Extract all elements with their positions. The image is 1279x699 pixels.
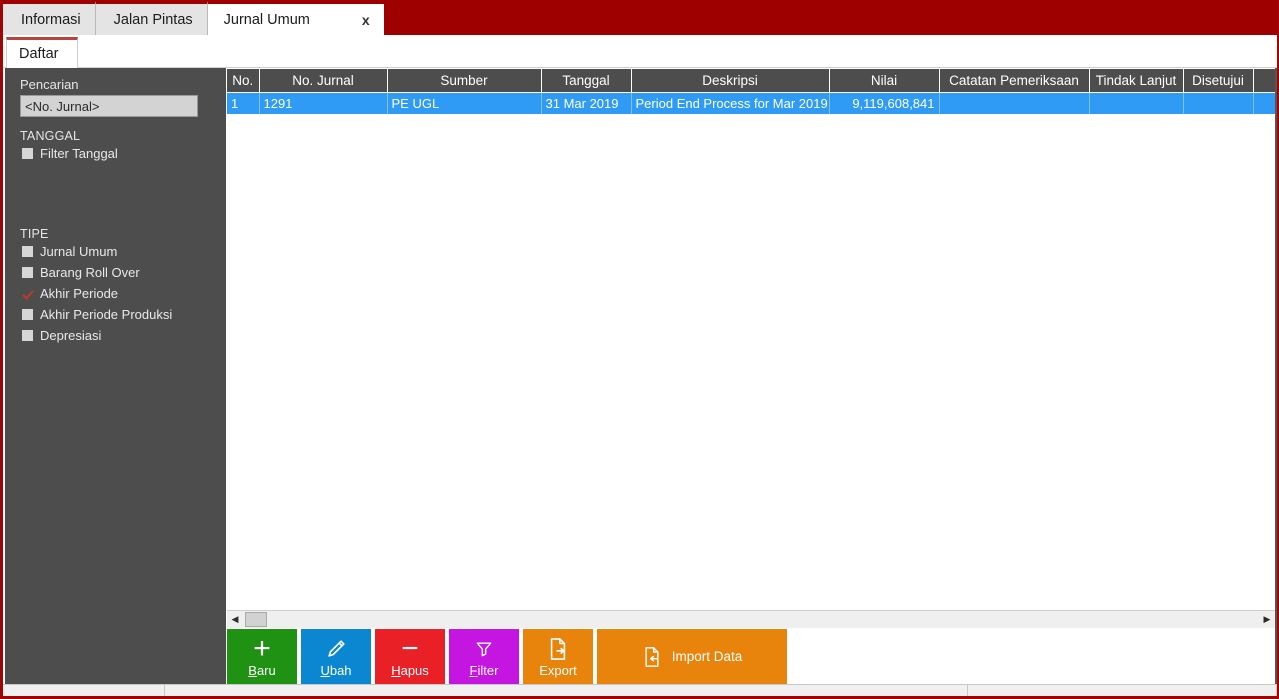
hapus-button[interactable]: − Hapus <box>375 629 445 684</box>
grid-scroll-viewport: No. No. Jurnal Sumber Tanggal Deskripsi Nilai… <box>227 68 1275 610</box>
checkbox-icon <box>22 330 33 341</box>
export-doc-icon <box>547 634 569 664</box>
checkbox-akhir-periode-produksi-label: Akhir Periode Produksi <box>40 307 173 322</box>
subtab-daftar-label: Daftar <box>19 46 59 62</box>
table-cell: 1 <box>227 92 260 115</box>
checkbox-akhir-periode[interactable]: Akhir Periode <box>5 283 225 304</box>
tab-informasi[interactable]: Informasi <box>3 1 96 35</box>
checkbox-jurnal-umum[interactable]: Jurnal Umum <box>5 241 225 262</box>
column-header-nilai[interactable]: Nilai <box>829 69 940 93</box>
tab-jalan-pintas-label: Jalan Pintas <box>113 11 193 28</box>
hapus-button-label: Hapus <box>391 663 429 678</box>
status-bar <box>3 684 1277 696</box>
tab-jurnal-umum[interactable]: Jurnal Umum x <box>207 1 384 35</box>
checkbox-filter-tanggal[interactable]: Filter Tanggal <box>5 143 225 164</box>
tanggal-group-title: TANGGAL <box>20 129 81 143</box>
checkbox-icon <box>22 148 33 159</box>
pencil-icon <box>325 634 347 664</box>
scroll-right-icon[interactable]: ▶ <box>1259 612 1275 628</box>
ubah-button[interactable]: Ubah <box>301 629 371 684</box>
table-cell <box>939 92 1090 115</box>
table-cell <box>1253 92 1275 115</box>
column-header-tindak-lanjut[interactable]: Tindak Lanjut <box>1089 69 1184 93</box>
column-header-no[interactable]: No. <box>227 69 260 93</box>
checkbox-jurnal-umum-label: Jurnal Umum <box>40 244 118 259</box>
close-icon[interactable]: x <box>362 12 370 28</box>
filter-button-label: Filter <box>469 663 499 678</box>
status-cell <box>968 685 1277 696</box>
scrollbar-thumb[interactable] <box>245 612 267 627</box>
tipe-group-title: TIPE <box>20 227 49 241</box>
column-header-deskripsi[interactable]: Deskripsi <box>631 69 830 93</box>
checkbox-depresiasi[interactable]: Depresiasi <box>5 325 225 346</box>
import-doc-icon <box>642 646 662 668</box>
table-cell <box>1183 92 1254 115</box>
tab-jalan-pintas[interactable]: Jalan Pintas <box>95 1 208 35</box>
journal-table: No. No. Jurnal Sumber Tanggal Deskripsi Nilai… <box>227 69 1275 115</box>
plus-icon: + <box>253 632 271 665</box>
table-cell <box>1089 92 1184 115</box>
table-cell: Period End Process for Mar 2019 <box>631 92 830 115</box>
checkbox-akhir-periode-label: Akhir Periode <box>40 286 119 301</box>
subtab-daftar[interactable]: Daftar <box>6 37 78 68</box>
checkmark-icon <box>22 288 33 299</box>
export-button[interactable]: Export <box>523 629 593 684</box>
table-cell: 31 Mar 2019 <box>541 92 632 115</box>
column-header-no-jurnal[interactable]: No. Jurnal <box>259 69 388 93</box>
action-toolbar: + Baru Ubah − Hapus Filter Export Import… <box>227 628 1275 684</box>
filter-button[interactable]: Filter <box>449 629 519 684</box>
checkbox-icon <box>22 309 33 320</box>
checkbox-icon <box>22 246 33 257</box>
table-cell: PE UGL <box>387 92 542 115</box>
tab-informasi-label: Informasi <box>21 11 81 28</box>
status-cell <box>165 685 968 696</box>
main-tab-bar: Informasi Jalan Pintas Jurnal Umum x <box>3 0 1277 35</box>
scroll-left-icon[interactable]: ◀ <box>227 612 243 628</box>
column-header-catatan-pemeriksaan[interactable]: Catatan Pemeriksaan <box>939 69 1090 93</box>
checkbox-filter-tanggal-label: Filter Tanggal <box>40 146 118 161</box>
filter-sidebar: Pencarian TANGGAL Filter Tanggal TIPE Ju… <box>5 68 226 684</box>
horizontal-scrollbar[interactable]: ◀ ▶ <box>227 610 1275 628</box>
checkbox-barang-roll-over[interactable]: Barang Roll Over <box>5 262 225 283</box>
checkbox-depresiasi-label: Depresiasi <box>40 328 102 343</box>
baru-button-label: Baru <box>248 663 276 678</box>
search-input[interactable] <box>20 95 198 117</box>
tab-jurnal-umum-label: Jurnal Umum <box>223 11 310 28</box>
table-cell: 9,119,608,841 <box>829 92 940 115</box>
import-data-button[interactable]: Import Data <box>597 629 787 684</box>
table-header-row: No. No. Jurnal Sumber Tanggal Deskripsi Nilai… <box>227 69 1275 93</box>
column-header-tanggal[interactable]: Tanggal <box>541 69 632 93</box>
application-window: Informasi Jalan Pintas Jurnal Umum x Daf… <box>0 0 1279 699</box>
checkbox-barang-roll-over-label: Barang Roll Over <box>40 265 140 280</box>
ubah-button-label: Ubah <box>320 663 352 678</box>
column-header-sumber[interactable]: Sumber <box>387 69 542 93</box>
status-cell <box>3 685 165 696</box>
column-header-disetujui[interactable]: Disetujui <box>1183 69 1254 93</box>
journal-grid-panel: No. No. Jurnal Sumber Tanggal Deskripsi Nilai… <box>226 68 1277 684</box>
funnel-icon <box>474 634 494 664</box>
checkbox-akhir-periode-produksi[interactable]: Akhir Periode Produksi <box>5 304 225 325</box>
sub-tab-bar: Daftar <box>3 35 1277 68</box>
minus-icon: − <box>401 632 419 665</box>
table-row[interactable]: 1 1291 PE UGL 31 Mar 2019 Period End Process… <box>227 92 1275 115</box>
checkbox-icon <box>22 267 33 278</box>
baru-button[interactable]: + Baru <box>227 629 297 684</box>
search-label: Pencarian <box>20 77 79 92</box>
export-button-label: Export <box>539 663 577 678</box>
table-cell: 1291 <box>259 92 388 115</box>
content-area: Pencarian TANGGAL Filter Tanggal TIPE Ju… <box>3 68 1277 684</box>
column-header-blank-9[interactable] <box>1253 69 1275 93</box>
import-data-button-label: Import Data <box>671 648 743 664</box>
